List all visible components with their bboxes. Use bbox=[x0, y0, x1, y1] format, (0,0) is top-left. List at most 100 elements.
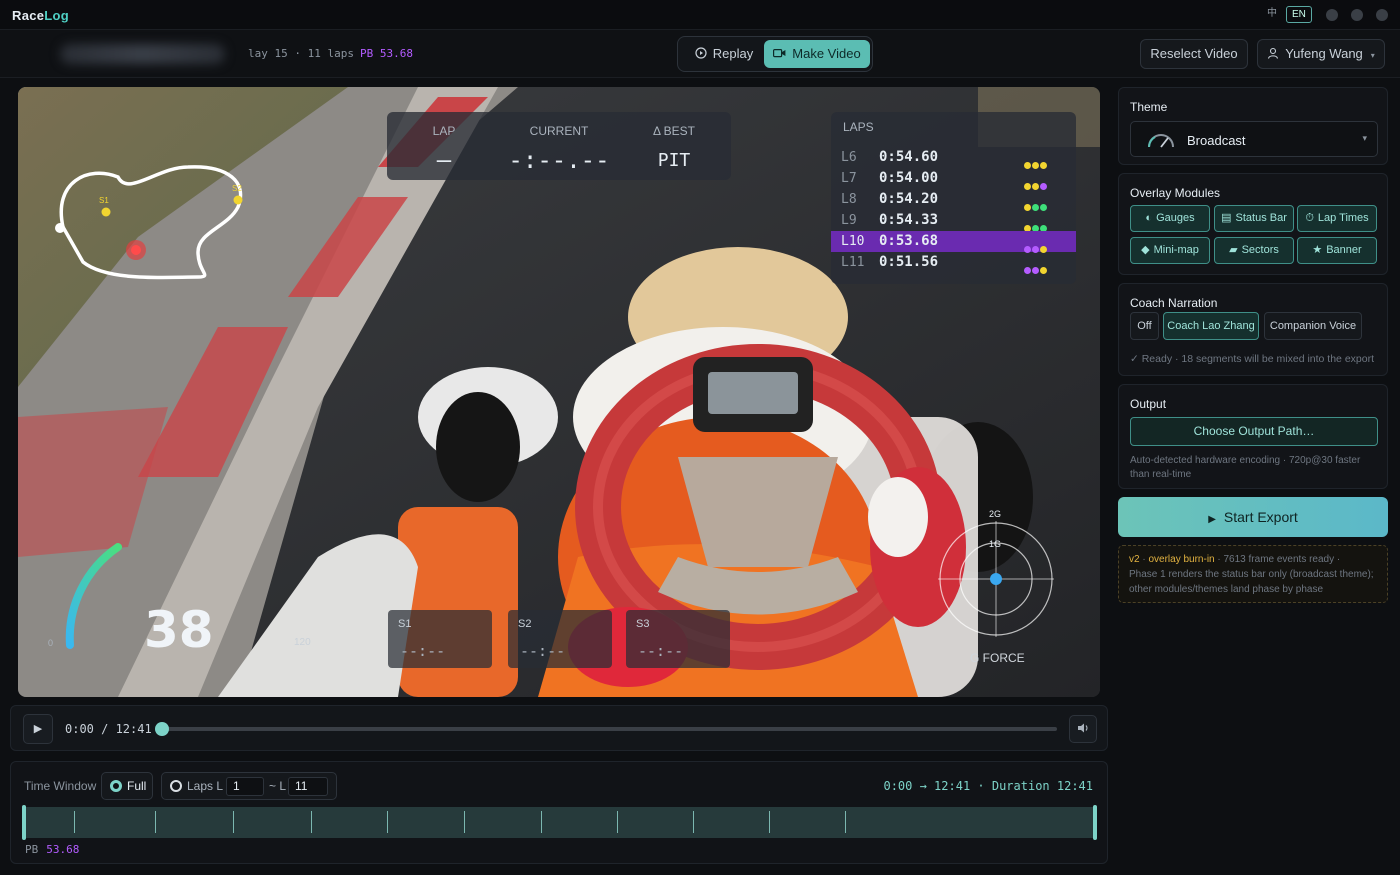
speed-value: 38 bbox=[144, 601, 214, 659]
lap-boundary-tick bbox=[693, 811, 694, 833]
lap-boundary-tick bbox=[617, 811, 618, 833]
module-label: Sectors bbox=[1241, 244, 1279, 256]
module-icon: ▤ bbox=[1221, 212, 1232, 224]
choose-output-path-button[interactable]: Choose Output Path… bbox=[1130, 417, 1378, 446]
range-start-handle[interactable] bbox=[22, 805, 26, 840]
lap-header: LAP bbox=[432, 124, 456, 138]
sector-s2: S2 --:-- bbox=[508, 610, 612, 668]
sector-dot bbox=[1024, 267, 1031, 274]
coach-narration-card: Coach Narration Off Coach Lao Zhang Comp… bbox=[1118, 283, 1388, 376]
lap-row: L10 0:53.68 bbox=[831, 231, 1076, 253]
theme-card: Theme Broadcast ▾ bbox=[1118, 87, 1388, 165]
sector-time: --:-- bbox=[638, 642, 684, 660]
status-bar-overlay: LAP — CURRENT -:--.-- Δ BEST PIT bbox=[387, 112, 731, 180]
minimize-button[interactable] bbox=[1326, 9, 1338, 21]
lap-boundary-tick bbox=[311, 811, 312, 833]
close-button[interactable] bbox=[1376, 9, 1388, 21]
sector-time: --:-- bbox=[520, 642, 566, 660]
lap-number: L10 bbox=[841, 234, 865, 249]
coach-option-lao-zhang[interactable]: Coach Lao Zhang bbox=[1163, 312, 1259, 340]
make-video-mode-button[interactable]: Make Video bbox=[764, 40, 870, 68]
lap-boundary-tick bbox=[74, 811, 75, 833]
overlay-modules-card: Overlay Modules ◐ Gauges ▤ Status Bar ⏱ Lap T… bbox=[1118, 173, 1388, 275]
user-menu-button[interactable]: Yufeng Wang ▾ bbox=[1257, 39, 1385, 69]
module-toggle-mini-map[interactable]: ◆ Mini-map bbox=[1130, 237, 1210, 264]
lap-range-separator: ~ L bbox=[269, 779, 287, 793]
module-toggle-sectors[interactable]: ▰ Sectors bbox=[1214, 237, 1294, 264]
play-button[interactable]: ▶ bbox=[23, 714, 53, 744]
module-label: Mini-map bbox=[1153, 244, 1199, 256]
lap-time: 0:51.56 bbox=[879, 254, 939, 270]
session-meta: lay 15 · 11 laps PB 53.68 bbox=[248, 47, 413, 60]
video-preview[interactable]: S1 S2 LAP — CURRENT -:--.-- Δ BEST PIT L… bbox=[18, 87, 1100, 697]
current-value: -:--.-- bbox=[508, 146, 610, 174]
lap-timeline-strip[interactable] bbox=[22, 805, 1097, 840]
sector-name: S2 bbox=[518, 618, 532, 630]
module-toggle-lap-times[interactable]: ⏱ Lap Times bbox=[1297, 205, 1377, 232]
laps-range-option[interactable]: Laps L 1 ~ L 11 bbox=[161, 772, 337, 800]
lap-boundary-tick bbox=[541, 811, 542, 833]
minimap-s2-marker bbox=[233, 195, 243, 205]
module-toggle-banner[interactable]: ★ Banner bbox=[1297, 237, 1377, 264]
lap-row: L11 0:51.56 bbox=[831, 252, 1076, 274]
module-icon: ◐ bbox=[1145, 212, 1153, 224]
speed-scale-max: 120 bbox=[294, 637, 311, 648]
header-bar: lay 15 · 11 laps PB 53.68 Replay Make Vid… bbox=[0, 30, 1400, 78]
module-icon: ★ bbox=[1312, 244, 1323, 256]
module-icon: ⏱ bbox=[1305, 212, 1314, 224]
volume-button[interactable] bbox=[1069, 715, 1097, 743]
lap-number: L11 bbox=[841, 255, 865, 270]
title-bar: RaceLog 中 EN bbox=[0, 0, 1400, 30]
coach-option-off[interactable]: Off bbox=[1130, 312, 1159, 340]
seek-track[interactable] bbox=[161, 727, 1057, 731]
time-display: 0:00 / 12:41 bbox=[65, 722, 152, 736]
coach-option-companion-voice[interactable]: Companion Voice bbox=[1264, 312, 1362, 340]
module-label: Gauges bbox=[1156, 212, 1195, 224]
theme-select[interactable]: Broadcast ▾ bbox=[1130, 121, 1378, 157]
laps-title: LAPS bbox=[843, 120, 874, 134]
time-window-label: Time Window bbox=[24, 779, 97, 793]
video-camera-icon bbox=[773, 49, 786, 58]
lap-row: L8 0:54.20 bbox=[831, 189, 1076, 211]
sector-name: S1 bbox=[398, 618, 412, 630]
lap-from-input[interactable]: 1 bbox=[226, 777, 264, 796]
gforce-1g-label: 1G bbox=[989, 539, 1002, 549]
theme-value: Broadcast bbox=[1187, 133, 1246, 148]
start-export-button[interactable]: ▶ Start Export bbox=[1118, 497, 1388, 537]
lap-boundary-tick bbox=[769, 811, 770, 833]
current-header: CURRENT bbox=[529, 124, 589, 138]
seek-knob[interactable] bbox=[155, 722, 169, 736]
lap-boundary-tick bbox=[845, 811, 846, 833]
time-range-summary: 0:00 → 12:41 · Duration 12:41 bbox=[883, 779, 1093, 793]
lang-en-toggle[interactable]: EN bbox=[1286, 6, 1312, 23]
module-label: Banner bbox=[1326, 244, 1362, 256]
range-end-handle[interactable] bbox=[1093, 805, 1097, 840]
replay-mode-button[interactable]: Replay bbox=[684, 40, 764, 68]
lap-boundary-tick bbox=[155, 811, 156, 833]
full-range-option[interactable]: Full bbox=[101, 772, 153, 800]
lap-row: L6 0:54.60 bbox=[831, 147, 1076, 169]
reselect-video-button[interactable]: Reselect Video bbox=[1140, 39, 1248, 69]
module-toggle-gauges[interactable]: ◐ Gauges bbox=[1130, 205, 1210, 232]
lap-time: 0:54.20 bbox=[879, 191, 939, 207]
theme-title: Theme bbox=[1130, 100, 1168, 114]
output-card: Output Choose Output Path… Auto-detected… bbox=[1118, 384, 1388, 489]
play-icon: ▶ bbox=[1208, 514, 1216, 525]
minimap-start-marker bbox=[55, 223, 65, 233]
user-icon bbox=[1268, 47, 1279, 59]
module-toggle-status-bar[interactable]: ▤ Status Bar bbox=[1214, 205, 1294, 232]
lap-value: — bbox=[436, 146, 452, 174]
lap-boundary-tick bbox=[233, 811, 234, 833]
player-bar: ▶ 0:00 / 12:41 bbox=[10, 705, 1108, 751]
lap-time: 0:54.33 bbox=[879, 212, 939, 228]
lap-to-input[interactable]: 11 bbox=[288, 777, 328, 796]
gforce-dot bbox=[990, 573, 1002, 585]
lang-zh-toggle[interactable]: 中 bbox=[1262, 6, 1282, 23]
maximize-button[interactable] bbox=[1351, 9, 1363, 21]
module-icon: ◆ bbox=[1141, 244, 1150, 256]
output-title: Output bbox=[1130, 397, 1167, 411]
mode-switch: Replay Make Video bbox=[677, 36, 873, 72]
minimap-position-marker bbox=[131, 245, 141, 255]
minimap-s1-marker bbox=[101, 207, 111, 217]
lap-number: L6 bbox=[841, 150, 857, 165]
